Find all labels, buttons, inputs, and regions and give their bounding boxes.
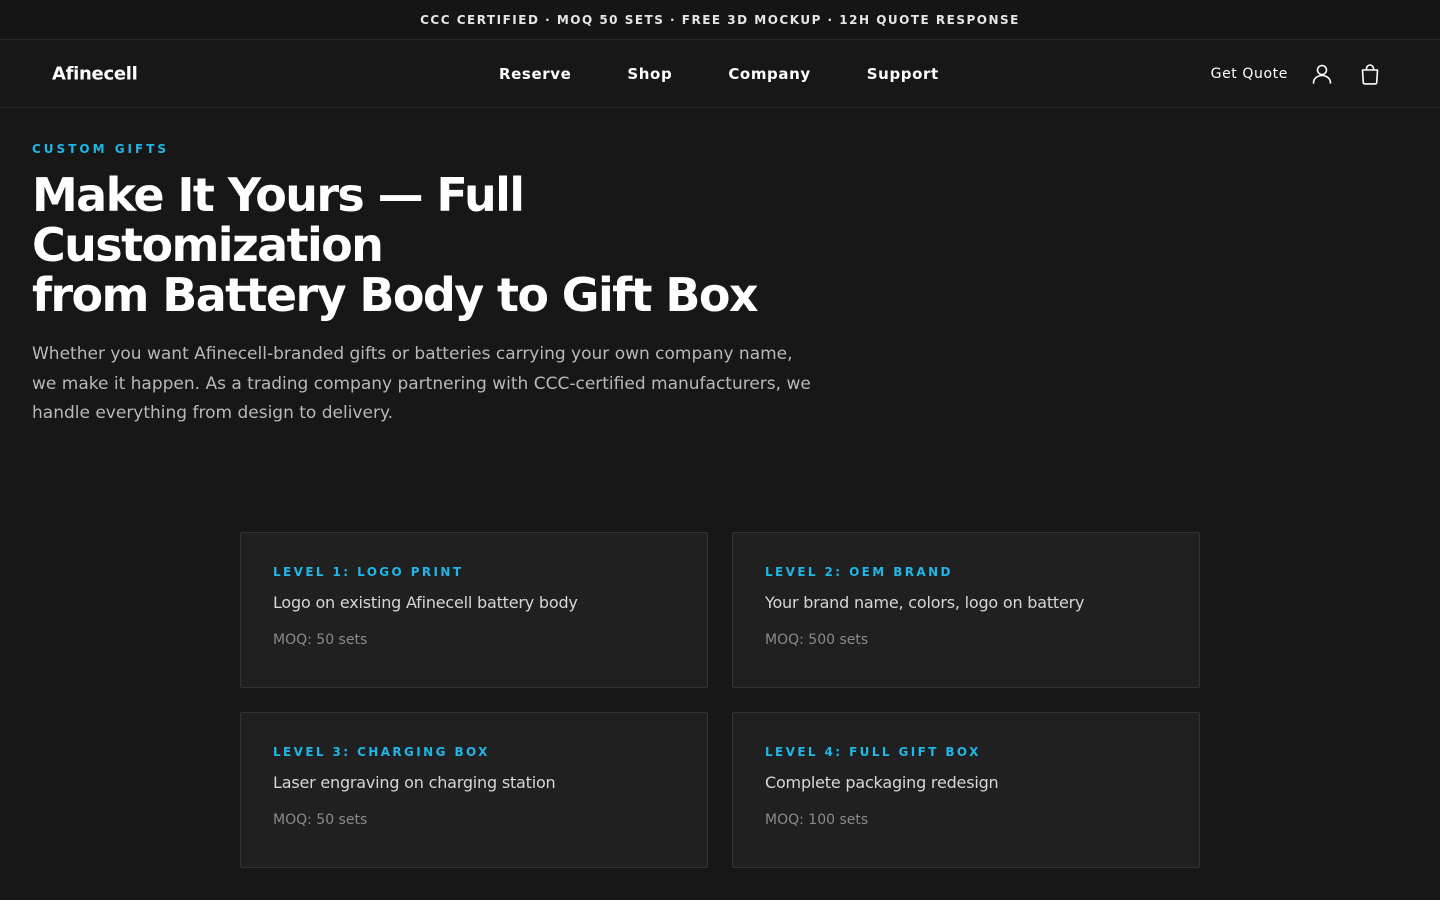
nav-link-shop[interactable]: Shop <box>627 65 672 83</box>
level-label: LEVEL 3: CHARGING BOX <box>273 745 490 759</box>
level-moq: MOQ: 50 sets <box>273 632 368 648</box>
level-description: Complete packaging redesign <box>765 773 999 792</box>
hero-title-line-2: from Battery Body to Gift Box <box>32 268 758 322</box>
shopping-bag-icon[interactable] <box>1356 60 1384 88</box>
hero-title-line-1: Make It Yours — Full Customization <box>32 168 525 272</box>
level-moq: MOQ: 100 sets <box>765 812 869 828</box>
nav-link-company[interactable]: Company <box>728 65 810 83</box>
level-description: Laser engraving on charging station <box>273 773 556 792</box>
level-card: LEVEL 1: LOGO PRINT Logo on existing Afi… <box>240 532 708 688</box>
level-label: LEVEL 2: OEM BRAND <box>765 565 953 579</box>
level-moq: MOQ: 500 sets <box>765 632 869 648</box>
user-icon[interactable] <box>1308 60 1336 88</box>
level-label: LEVEL 4: FULL GIFT BOX <box>765 745 981 759</box>
level-moq: MOQ: 50 sets <box>273 812 368 828</box>
site-header: Afinecell Reserve Shop Company Support G… <box>0 40 1440 108</box>
nav-link-reserve[interactable]: Reserve <box>499 65 571 83</box>
level-card: LEVEL 4: FULL GIFT BOX Complete packagin… <box>732 712 1200 868</box>
level-description: Logo on existing Afinecell battery body <box>273 593 578 612</box>
nav-link-support[interactable]: Support <box>867 65 939 83</box>
hero-eyebrow: CUSTOM GIFTS <box>32 142 170 156</box>
header-actions: Get Quote <box>1211 60 1384 88</box>
hero-section: CUSTOM GIFTS Make It Yours — Full Custom… <box>32 142 872 429</box>
announcement-text: CCC CERTIFIED · MOQ 50 SETS · FREE 3D MO… <box>420 12 1020 27</box>
customization-levels: LEVEL 1: LOGO PRINT Logo on existing Afi… <box>240 532 1200 868</box>
level-card: LEVEL 2: OEM BRAND Your brand name, colo… <box>732 532 1200 688</box>
main-nav: Reserve Shop Company Support <box>499 65 939 83</box>
announcement-bar: CCC CERTIFIED · MOQ 50 SETS · FREE 3D MO… <box>0 0 1440 40</box>
site-logo[interactable]: Afinecell <box>52 63 138 84</box>
level-label: LEVEL 1: LOGO PRINT <box>273 565 464 579</box>
hero-title: Make It Yours — Full Customization from … <box>32 170 872 320</box>
hero-description: Whether you want Afinecell-branded gifts… <box>32 344 811 423</box>
level-description: Your brand name, colors, logo on battery <box>765 593 1085 612</box>
get-quote-link[interactable]: Get Quote <box>1211 66 1288 82</box>
level-card: LEVEL 3: CHARGING BOX Laser engraving on… <box>240 712 708 868</box>
